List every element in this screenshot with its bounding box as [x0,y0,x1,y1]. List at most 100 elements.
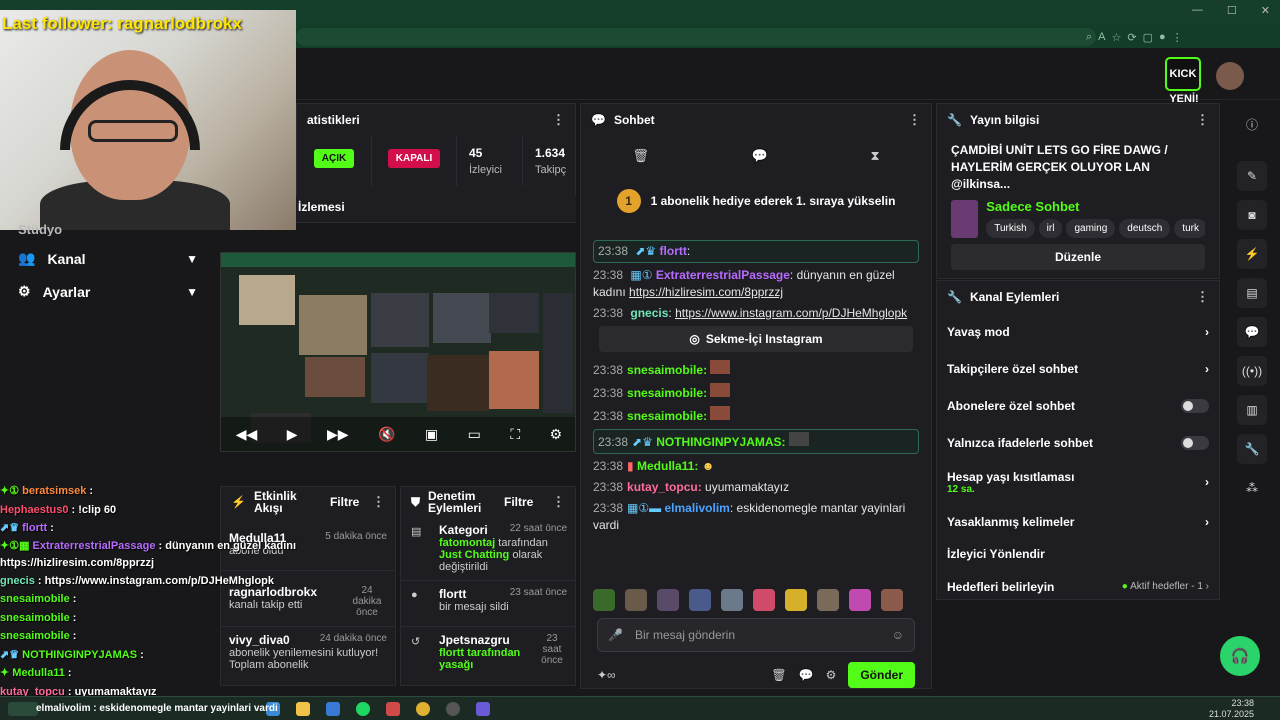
emote-mode-cell[interactable]: AÇIK [297,136,372,186]
maximize-icon[interactable]: ☐ [1227,4,1237,17]
apps-icon[interactable]: ⁂ [1237,473,1267,503]
action-account-age[interactable]: Hesap yaşı kısıtlaması 12 sa. › [937,461,1219,503]
rewind-icon[interactable]: ◀◀ [236,426,258,443]
folder-icon[interactable] [296,701,310,716]
chat-bubble-icon[interactable]: 💬 [752,148,768,164]
edit-button[interactable]: Düzenle [951,244,1205,270]
message-user[interactable]: NOTHINGINPYJAMAS: [656,435,785,449]
message-link[interactable]: https://hizliresim.com/8pprzzj [629,285,783,299]
more-icon[interactable]: ⋮ [1196,112,1209,128]
message-user[interactable]: elmalivolim [664,501,729,515]
zoom-icon[interactable]: ⌕ [1086,31,1092,44]
status-closed-badge[interactable]: KAPALI [387,149,441,168]
theater-icon[interactable]: ▭ [468,426,481,443]
action-followers-only[interactable]: Takipçilere özel sohbet › [937,350,1219,387]
gear-icon[interactable]: ⚙ [550,426,563,443]
emote-icon[interactable] [593,589,615,611]
more-icon[interactable]: ⋮ [1196,289,1209,305]
more-icon[interactable]: ⋮ [552,112,565,128]
play-icon[interactable]: ▶ [287,426,298,443]
chat-input[interactable]: 🎤 Bir mesaj gönderin ☺ [597,618,915,652]
subscribers-only-toggle[interactable] [1181,398,1209,413]
new-feature-badge[interactable]: KICK YENİ! [1165,57,1203,109]
action-slow-mode[interactable]: Yavaş mod › [937,313,1219,350]
message-user[interactable]: snesaimobile: [627,409,707,423]
camera-icon[interactable]: ◙ [1237,200,1267,230]
menu-icon[interactable]: ⋮ [1172,31,1183,44]
emote-icon[interactable] [785,589,807,611]
emoji-icon[interactable]: ☺ [892,628,904,642]
gear-icon[interactable]: ⚙ [826,668,837,682]
more-icon[interactable]: ⋮ [372,494,385,510]
emote-only-toggle[interactable] [1181,435,1209,450]
emote-icon[interactable] [881,589,903,611]
close-icon[interactable]: ✕ [1261,4,1270,17]
send-button[interactable]: Gönder [848,662,915,688]
minimize-icon[interactable]: — [1192,4,1203,17]
reader-icon[interactable]: A [1098,31,1105,43]
refresh-icon[interactable]: ⟳ [1127,31,1136,44]
mic-icon[interactable]: 🎤 [608,628,623,642]
chat-bubble-icon[interactable]: 💬 [799,668,814,682]
hourglass-icon[interactable]: ⧗ [871,148,880,164]
points-icon[interactable]: ✦∞ [597,668,616,682]
action-goals[interactable]: Hedefleri belirleyin ● Aktif hedefler - 1… [937,568,1219,605]
stream-preview-player[interactable]: ◀◀ ▶ ▶▶ 🔇 ▣ ▭ ⛶ ⚙ [220,252,576,452]
chat-bubble-icon[interactable]: 💬 [1237,317,1267,347]
discord-icon[interactable] [476,701,490,716]
mod-category[interactable]: Just Chatting [439,549,509,561]
message-user[interactable]: gnecis [630,306,668,320]
extensions-icon[interactable]: ▢ [1143,31,1153,44]
obs-icon[interactable] [446,701,460,716]
forward-icon[interactable]: ▶▶ [327,426,349,443]
bolt-icon[interactable]: ⚡ [1237,239,1267,269]
emote-icon[interactable] [689,589,711,611]
sub-gift-banner[interactable]: 1 1 abonelik hediye ederek 1. sıraya yük… [581,176,931,226]
info-icon[interactable]: ⓘ [1237,109,1267,139]
start-icon[interactable] [8,701,38,716]
broadcast-icon[interactable]: ((•)) [1237,356,1267,386]
chat-mode-cell[interactable]: KAPALI [372,136,457,186]
action-banned-words[interactable]: Yasaklanmış kelimeler › [937,503,1219,540]
status-open-badge[interactable]: AÇIK [313,149,355,168]
address-bar[interactable] [296,28,1096,46]
more-icon[interactable]: ⋮ [908,112,921,128]
message-user[interactable]: Medulla11: [637,459,698,473]
user-avatar[interactable] [1216,62,1244,90]
trash-icon[interactable]: 🗑 [632,148,649,164]
filter-button[interactable]: Filtre [330,495,359,509]
sidebar-item-channel[interactable]: 👥 Kanal ▼ [0,242,216,275]
emote-icon[interactable] [817,589,839,611]
more-icon[interactable]: ⋮ [552,494,565,510]
store-icon[interactable] [326,701,340,716]
sidebar-item-studio[interactable]: Stüdyo [0,222,216,236]
profile-icon[interactable]: ● [1159,31,1166,43]
message-user[interactable]: ExtraterrestrialPassage [656,268,790,282]
mod-actor[interactable]: fatomontaj [439,537,495,549]
mute-icon[interactable]: 🔇 [378,426,395,443]
pencil-icon[interactable]: ✎ [1237,161,1267,191]
message-user[interactable]: kutay_topcu: [627,480,702,494]
layout-icon[interactable]: ▥ [1237,395,1267,425]
emote-icon[interactable] [849,589,871,611]
action-raid[interactable]: İzleyici Yönlendir [937,540,1219,568]
message-user[interactable]: snesaimobile: [627,363,707,377]
emote-icon[interactable] [721,589,743,611]
mod-item-title[interactable]: flortt [439,587,466,601]
message-user[interactable]: snesaimobile: [627,386,707,400]
mod-item-title[interactable]: Jpetsnazgru [439,633,510,647]
filter-button[interactable]: Filtre [504,495,533,509]
emote-icon[interactable] [625,589,647,611]
trash-icon[interactable]: 🗑 [771,668,786,682]
pip-icon[interactable]: ▣ [425,426,438,443]
emote-icon[interactable] [657,589,679,611]
emote-icon[interactable] [753,589,775,611]
fullscreen-icon[interactable]: ⛶ [510,426,520,443]
document-icon[interactable]: ▤ [1237,278,1267,308]
app-icon[interactable] [386,701,400,716]
message-link[interactable]: https://www.instagram.com/p/DJHeMhglopk [675,306,907,320]
message-user[interactable]: flortt [660,244,687,258]
star-icon[interactable]: ☆ [1112,31,1122,44]
instagram-embed-button[interactable]: ◎ Sekme-İçi Instagram [599,326,913,352]
support-button[interactable]: 🎧 [1220,636,1260,676]
